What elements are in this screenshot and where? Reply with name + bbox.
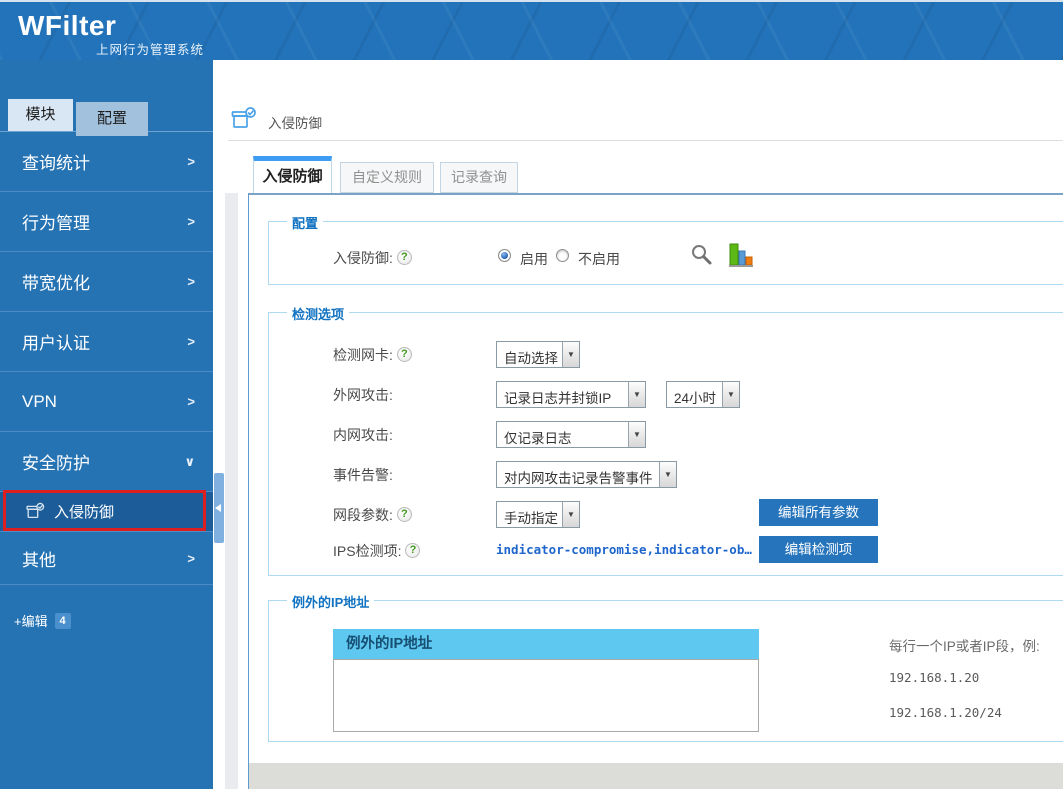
- sidebar-item-label: 安全防护: [22, 454, 90, 473]
- sidebar-item-label: VPN: [22, 391, 57, 411]
- sidebar-item-label: 其他: [22, 550, 56, 570]
- search-icon[interactable]: [690, 243, 715, 268]
- vertical-scrollbar-track[interactable]: [225, 193, 238, 789]
- breadcrumb-box-check-icon: [231, 107, 256, 128]
- field-label: 入侵防御:: [333, 249, 393, 266]
- select-value: 仅记录日志: [504, 431, 572, 446]
- edit-all-params-button[interactable]: 编辑所有参数: [759, 499, 878, 526]
- tab-intrusion-defense[interactable]: 入侵防御: [253, 156, 332, 193]
- sidebar-item-query-stats[interactable]: 查询统计 >: [0, 132, 213, 192]
- field-label: 检测网卡:: [333, 346, 393, 363]
- lan-attack-field: 内网攻击:: [333, 421, 393, 448]
- sidebar-item-label: 行为管理: [22, 214, 90, 233]
- subnet-param-select[interactable]: 手动指定 ▼: [496, 501, 580, 528]
- sidebar-item-label: 用户认证: [22, 334, 90, 353]
- chevron-right-icon: >: [187, 334, 195, 349]
- exception-legend: 例外的IP地址: [287, 592, 375, 611]
- config-legend: 配置: [287, 213, 324, 232]
- select-value: 24小时: [674, 391, 717, 406]
- dropdown-arrow-icon: ▼: [659, 462, 676, 487]
- sidebar-tab-modules[interactable]: 模块: [8, 99, 73, 131]
- chevron-right-icon: >: [187, 214, 195, 229]
- sidebar-edit-link[interactable]: +编辑 4: [0, 611, 213, 630]
- wfilter-app: WFilter 上网行为管理系统 模块 配置 查询统计 > 行为管理 > 带宽优…: [0, 0, 1063, 789]
- chevron-right-icon: >: [187, 394, 195, 409]
- event-alert-field: 事件告警:: [333, 461, 393, 488]
- app-header: WFilter 上网行为管理系统: [0, 0, 1063, 60]
- intrusion-defense-field: 入侵防御: ?: [333, 244, 412, 271]
- lan-attack-select[interactable]: 仅记录日志 ▼: [496, 421, 646, 448]
- chevron-right-icon: >: [187, 274, 195, 289]
- help-icon[interactable]: ?: [405, 543, 421, 558]
- help-icon[interactable]: ?: [396, 347, 412, 362]
- detection-section: 检测选项 检测网卡: ? 自动选择 ▼ 外网攻击: 记录日志并封锁IP ▼ 24…: [268, 304, 1063, 576]
- breadcrumb-title: 入侵防御: [268, 116, 322, 131]
- config-section: 配置 入侵防御: ? 启用 不启用: [268, 213, 1063, 285]
- sidebar-item-label: 带宽优化: [22, 274, 90, 293]
- dropdown-arrow-icon: ▼: [628, 422, 645, 447]
- event-alert-select[interactable]: 对内网攻击记录告警事件 ▼: [496, 461, 677, 488]
- sidebar: 模块 配置 查询统计 > 行为管理 > 带宽优化 > 用户认证 > VPN >: [0, 60, 213, 789]
- panel-footer-bar: [249, 763, 1063, 789]
- radio-enable[interactable]: [498, 249, 511, 262]
- chevron-down-icon: ∨: [184, 453, 195, 469]
- sidebar-edit-label: +编辑: [14, 614, 48, 629]
- sidebar-item-security[interactable]: 安全防护 ∨: [0, 432, 213, 492]
- tab-log-query[interactable]: 记录查询: [440, 162, 518, 193]
- nic-select[interactable]: 自动选择 ▼: [496, 341, 580, 368]
- radio-disable-label[interactable]: 不启用: [578, 249, 620, 269]
- edit-count-badge: 4: [54, 612, 71, 629]
- select-value: 手动指定: [504, 511, 558, 526]
- sidebar-item-vpn[interactable]: VPN >: [0, 372, 213, 432]
- exception-ip-textarea[interactable]: [333, 659, 759, 732]
- select-value: 对内网攻击记录告警事件: [504, 471, 653, 486]
- select-value: 自动选择: [504, 351, 558, 366]
- chevron-right-icon: >: [187, 154, 195, 169]
- tab-custom-rules[interactable]: 自定义规则: [340, 162, 434, 193]
- ip-hint-example-2: 192.168.1.20/24: [889, 705, 1002, 720]
- highlight-red-box: [3, 490, 206, 531]
- sidebar-item-label: 查询统计: [22, 154, 90, 173]
- radio-enable-label[interactable]: 启用: [520, 249, 548, 269]
- chevron-right-icon: >: [187, 550, 195, 566]
- sidebar-collapse-handle[interactable]: [214, 473, 224, 543]
- collapse-arrow-icon: [215, 504, 221, 512]
- ip-hint-title: 每行一个IP或者IP段，例:: [889, 639, 1040, 654]
- radio-disable[interactable]: [556, 249, 569, 262]
- subnet-param-field: 网段参数: ?: [333, 501, 412, 528]
- exception-table-header: 例外的IP地址: [333, 629, 759, 659]
- sidebar-item-bandwidth[interactable]: 带宽优化 >: [0, 252, 213, 312]
- wan-attack-select[interactable]: 记录日志并封锁IP ▼: [496, 381, 646, 408]
- sidebar-item-behavior-mgmt[interactable]: 行为管理 >: [0, 192, 213, 252]
- dropdown-arrow-icon: ▼: [722, 382, 739, 407]
- help-icon[interactable]: ?: [396, 507, 412, 522]
- breadcrumb-divider: [228, 140, 1063, 141]
- select-value: 记录日志并封锁IP: [504, 391, 612, 406]
- dropdown-arrow-icon: ▼: [628, 382, 645, 407]
- nic-field: 检测网卡: ?: [333, 341, 412, 368]
- edit-detection-items-button[interactable]: 编辑检测项: [759, 536, 878, 563]
- field-label: 事件告警:: [333, 466, 393, 483]
- detection-legend: 检测选项: [287, 304, 350, 323]
- app-logo: WFilter: [18, 10, 117, 41]
- sidebar-menu: 查询统计 > 行为管理 > 带宽优化 > 用户认证 > VPN > 安全防护 ∨: [0, 132, 213, 630]
- field-label: IPS检测项:: [333, 542, 402, 559]
- app-subtitle: 上网行为管理系统: [96, 43, 205, 57]
- bar-chart-icon[interactable]: [729, 242, 753, 268]
- sidebar-item-others[interactable]: 其他 >: [0, 532, 213, 585]
- field-label: 外网攻击:: [333, 386, 393, 403]
- exception-ip-section: 例外的IP地址 例外的IP地址 每行一个IP或者IP段，例: 192.168.1…: [268, 592, 1063, 742]
- ips-items-value: indicator-compromise,indicator-ob…: [496, 542, 752, 557]
- sidebar-item-user-auth[interactable]: 用户认证 >: [0, 312, 213, 372]
- block-duration-select[interactable]: 24小时 ▼: [666, 381, 740, 408]
- field-label: 内网攻击:: [333, 426, 393, 443]
- field-label: 网段参数:: [333, 506, 393, 523]
- ip-hint-example-1: 192.168.1.20: [889, 670, 980, 685]
- sidebar-tab-config[interactable]: 配置: [76, 102, 148, 136]
- wan-attack-field: 外网攻击:: [333, 381, 393, 408]
- dropdown-arrow-icon: ▼: [562, 502, 579, 527]
- help-icon[interactable]: ?: [396, 250, 412, 265]
- dropdown-arrow-icon: ▼: [562, 342, 579, 367]
- ips-items-field: IPS检测项: ?: [333, 537, 421, 564]
